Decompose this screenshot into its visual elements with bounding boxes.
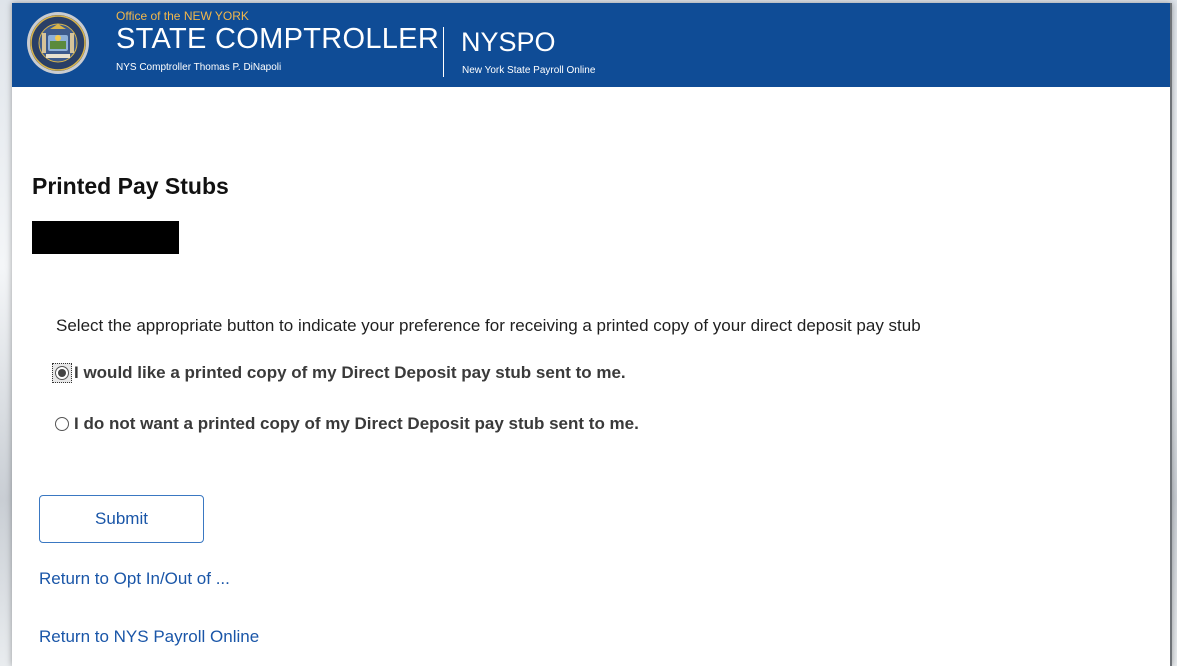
option-no-printed-copy-label: I do not want a printed copy of my Direc… — [74, 414, 639, 433]
app-title: NYSPO — [461, 27, 556, 57]
radio-wrap — [52, 414, 72, 434]
redacted-block — [32, 221, 179, 254]
radio-button-printed-copy[interactable] — [55, 366, 69, 380]
option-printed-copy-label: I would like a printed copy of my Direct… — [74, 363, 626, 382]
header-tagline: Office of the NEW YORK — [116, 9, 249, 23]
return-opt-link[interactable]: Return to Opt In/Out of ... — [39, 569, 230, 589]
app-subtitle: New York State Payroll Online — [462, 65, 596, 76]
submit-button[interactable]: Submit — [39, 495, 204, 543]
header-divider — [443, 27, 444, 77]
return-nyspo-link[interactable]: Return to NYS Payroll Online — [39, 627, 259, 647]
header-subtitle: NYS Comptroller Thomas P. DiNapoli — [116, 62, 282, 73]
radio-focus-ring — [52, 363, 72, 383]
header-title: STATE COMPTROLLER — [116, 23, 440, 55]
page-title: Printed Pay Stubs — [32, 173, 229, 199]
nys-seal-icon — [27, 12, 89, 74]
instructions-text: Select the appropriate button to indicat… — [56, 316, 921, 335]
radio-button-no-printed-copy[interactable] — [55, 417, 69, 431]
option-no-printed-copy[interactable]: I do not want a printed copy of my Direc… — [52, 414, 639, 434]
option-printed-copy[interactable]: I would like a printed copy of my Direct… — [52, 363, 626, 383]
site-header: Office of the NEW YORK STATE COMPTROLLER… — [12, 3, 1170, 87]
radio-selected-dot — [58, 369, 66, 377]
browser-window: Office of the NEW YORK STATE COMPTROLLER… — [12, 3, 1172, 666]
